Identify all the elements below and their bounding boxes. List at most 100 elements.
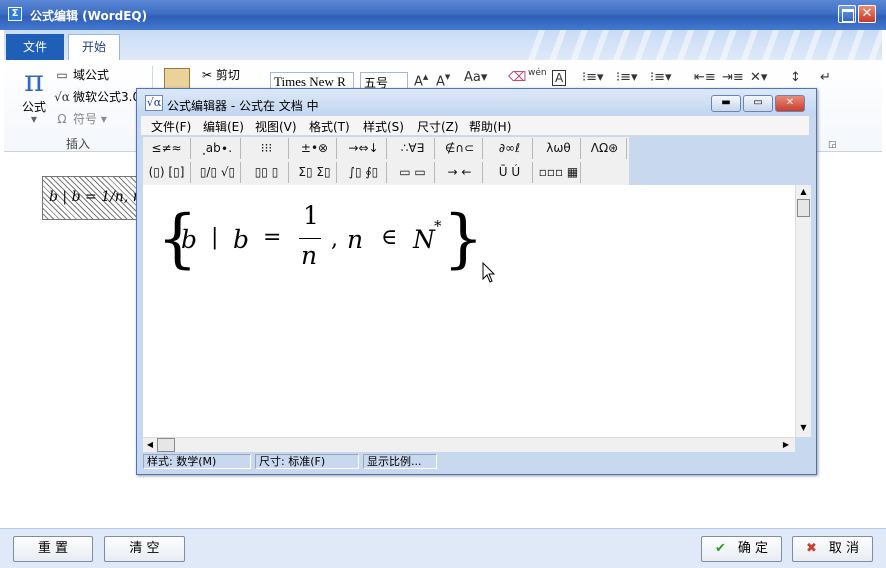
chinese-layout-icon[interactable]: ✕▾	[750, 70, 767, 85]
integral-templates[interactable]: ∫▯ ∮▯	[341, 162, 387, 183]
menu-style[interactable]: 样式(S)	[363, 118, 404, 135]
editor-close-button[interactable]: ✕	[775, 95, 805, 112]
sqrt-alpha-icon: √α	[145, 95, 163, 111]
document-formula-object[interactable]: b | b = 1/n, n ∈	[42, 176, 138, 220]
menu-view[interactable]: 视图(V)	[255, 118, 297, 135]
increase-indent-icon[interactable]: ⇥≡	[722, 70, 744, 85]
bar-templates[interactable]: ▭ ▭	[391, 162, 435, 183]
scroll-down-icon[interactable]: ▼	[796, 421, 811, 435]
cut-button[interactable]: ✂ 剪切	[202, 66, 240, 83]
matrix-templates[interactable]: ▫▫▫ ▦	[537, 162, 581, 183]
equation-editor-window: √α 公式编辑器 - 公式在 文档 中 ▬ ▭ ✕ 文件(F) 编辑(E) 视图…	[136, 88, 817, 475]
numbering-icon[interactable]: ⁝≡▾	[616, 70, 638, 85]
pinyin-icon[interactable]: wén	[528, 68, 547, 78]
scroll-right-icon[interactable]: ▶	[779, 438, 793, 452]
menu-file[interactable]: 文件(F)	[151, 118, 191, 135]
ribbon-tab-bar: 文件 开始	[4, 30, 884, 60]
sort-icon[interactable]: ↕	[790, 70, 801, 85]
menu-edit[interactable]: 编辑(E)	[203, 118, 244, 135]
arrow-templates[interactable]: → ←	[437, 162, 483, 183]
eq-var-b: b	[181, 225, 198, 254]
ribbon-decoration	[524, 30, 884, 60]
status-zoom[interactable]: 显示比例...	[363, 454, 437, 469]
editor-minimize-button[interactable]: ▬	[711, 95, 741, 112]
eq-set-n: N	[413, 225, 435, 254]
field-icon: ▭	[56, 68, 68, 82]
tab-file[interactable]: 文件	[6, 34, 64, 60]
omega-icon: Ω	[57, 112, 67, 126]
show-marks-icon[interactable]: ↵	[820, 70, 831, 85]
editor-titlebar: √α 公式编辑器 - 公式在 文档 中 ▬ ▭ ✕	[137, 89, 816, 117]
cancel-button[interactable]: ✖ 取 消	[792, 536, 873, 562]
product-templates[interactable]: Ū Ú	[487, 162, 533, 183]
sqrt-alpha-icon: √α	[54, 90, 70, 104]
menu-help[interactable]: 帮助(H)	[469, 118, 511, 135]
bullets-icon[interactable]: ⁝≡▾	[582, 70, 604, 85]
vertical-scrollbar[interactable]: ▲ ▼	[795, 185, 811, 437]
change-case-icon[interactable]: Aa▾	[464, 70, 487, 85]
clear-button[interactable]: 清 空	[104, 536, 185, 562]
check-icon: ✔	[714, 541, 726, 556]
equation-canvas[interactable]: { b | b = 1 n , n ∈ N * }	[143, 185, 795, 437]
clear-format-icon[interactable]: ⌫	[508, 70, 526, 85]
reset-button[interactable]: 重 置	[13, 536, 93, 562]
embellishments-palette[interactable]: ⁝⁝⁝	[245, 138, 289, 159]
misc-palette[interactable]: ∂∞ℓ	[487, 138, 533, 159]
eq-equals: =	[263, 225, 282, 250]
fraction-radical-templates[interactable]: ▯/▯ √▯	[195, 162, 241, 183]
status-size: 尺寸: 标准(F)	[255, 454, 359, 469]
insert-group-label: 插入	[66, 137, 91, 151]
dialog-button-bar: 重 置 清 空 ✔ 确 定 ✖ 取 消	[0, 528, 886, 568]
eq-comma: ,	[331, 227, 338, 252]
window-titlebar: Σ 公式编辑 (WordEQ) ✕	[0, 0, 886, 30]
char-border-icon[interactable]: A	[552, 70, 567, 86]
summation-templates[interactable]: Σ▯ Σ▯	[293, 162, 337, 183]
decrease-indent-icon[interactable]: ⇤≡	[694, 70, 716, 85]
eq-bar: |	[211, 225, 219, 250]
menu-format[interactable]: 格式(T)	[309, 118, 350, 135]
maximize-button[interactable]	[838, 5, 856, 23]
eq-element-of: ∈	[381, 225, 398, 250]
eq-var-n: n	[347, 225, 364, 254]
sets-palette[interactable]: ∉∩⊂	[437, 138, 483, 159]
mouse-cursor-icon	[482, 262, 496, 283]
menu-size[interactable]: 尺寸(Z)	[417, 118, 459, 135]
grow-font-icon[interactable]: A▴	[414, 70, 428, 89]
dialog-launcher-icon[interactable]: ◲	[828, 140, 837, 150]
ms-formula-button[interactable]: √α 微软公式3.0	[54, 88, 140, 108]
spaces-palette[interactable]: ⸼ab∙.	[195, 138, 241, 159]
horizontal-scroll-thumb[interactable]	[157, 438, 175, 452]
arrows-palette[interactable]: →⇔↓	[341, 138, 387, 159]
multilevel-icon[interactable]: ⁝≡▾	[650, 70, 672, 85]
scroll-up-icon[interactable]: ▲	[796, 185, 811, 199]
symbol-button[interactable]: Ω 符号 ▾	[54, 110, 106, 130]
fence-templates[interactable]: (▯) [▯]	[143, 162, 191, 183]
script-templates[interactable]: ▯▯ ▯	[245, 162, 289, 183]
fraction-bar	[299, 238, 321, 239]
tab-home[interactable]: 开始	[68, 34, 120, 60]
ok-button[interactable]: ✔ 确 定	[701, 536, 782, 562]
editor-title: 公式编辑器 - 公式在 文档 中	[167, 99, 319, 113]
greek-upper-palette[interactable]: ΛΩ⊛	[583, 138, 627, 159]
vertical-scroll-thumb[interactable]	[797, 199, 810, 217]
field-formula-button[interactable]: ▭ 域公式	[54, 66, 109, 86]
relations-palette[interactable]: ≤≠≈	[143, 138, 191, 159]
operators-palette[interactable]: ±•⊗	[293, 138, 337, 159]
horizontal-scrollbar[interactable]: ◀ ▶	[143, 437, 795, 452]
shrink-font-icon[interactable]: A▾	[436, 70, 450, 89]
editor-menubar: 文件(F) 编辑(E) 视图(V) 格式(T) 样式(S) 尺寸(Z) 帮助(H…	[141, 116, 809, 136]
pi-icon: π	[24, 64, 44, 99]
template-palette-row: (▯) [▯] ▯/▯ √▯ ▯▯ ▯ Σ▯ Σ▯ ∫▯ ∮▯ ▭ ▭ → ← …	[143, 161, 629, 184]
document-formula-text: b | b = 1/n, n ∈	[49, 189, 137, 205]
scroll-left-icon[interactable]: ◀	[143, 438, 157, 452]
app-icon: Σ	[8, 7, 22, 21]
x-icon: ✖	[805, 541, 817, 556]
logic-palette[interactable]: ∴∀∃	[391, 138, 435, 159]
editor-statusbar: 样式: 数学(M) 尺寸: 标准(F) 显示比例...	[143, 453, 809, 471]
insert-formula-button[interactable]: π 公式 ▼	[14, 64, 54, 125]
eq-numerator: 1	[303, 201, 319, 230]
greek-lower-palette[interactable]: λωθ	[537, 138, 581, 159]
close-button[interactable]: ✕	[858, 5, 876, 23]
editor-maximize-button[interactable]: ▭	[743, 95, 773, 112]
eq-superscript: *	[434, 217, 442, 235]
